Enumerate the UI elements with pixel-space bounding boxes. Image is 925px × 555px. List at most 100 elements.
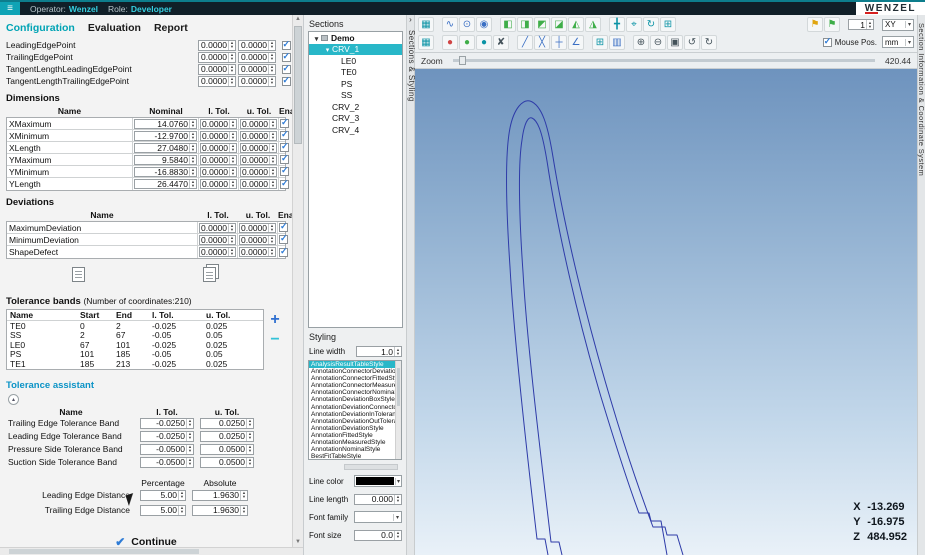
line-color-swatch[interactable]	[354, 475, 402, 487]
nominal-spinner[interactable]: 9.5840	[134, 155, 197, 165]
style-list-item[interactable]: AnnotationDeviationConnectorStyle	[309, 404, 397, 411]
section-count-spinner[interactable]: 1	[848, 19, 874, 30]
enable-checkbox[interactable]	[279, 235, 288, 244]
utol-spinner[interactable]: 0.0250	[200, 418, 254, 429]
curve-zoom-icon[interactable]: ⊙	[459, 17, 475, 32]
continue-button[interactable]: Continue	[86, 534, 206, 548]
scrollbar-thumb[interactable]	[9, 549, 199, 554]
absolute-spinner[interactable]: 1.9630	[192, 490, 248, 501]
ltol-spinner[interactable]: -0.0250	[140, 418, 194, 429]
zoom-window-icon[interactable]: ▣	[667, 35, 683, 50]
style-list-item[interactable]: AnnotationDeviationStyle	[309, 425, 397, 432]
ltol-spinner[interactable]: 0.0000	[200, 131, 237, 141]
enable-checkbox[interactable]	[280, 167, 289, 176]
angle-tool-icon[interactable]: ∠	[568, 35, 584, 50]
zoom-slider[interactable]	[453, 59, 875, 62]
enable-checkbox[interactable]	[280, 155, 289, 164]
histogram-icon[interactable]: ▥	[609, 35, 625, 50]
tree-item-crv4[interactable]: CRV_4	[309, 124, 402, 136]
enable-checkbox[interactable]	[282, 41, 291, 50]
style-list-item[interactable]: AnnotationMeasuredStyle	[309, 439, 397, 446]
tree-item-crv1[interactable]: CRV_1	[309, 44, 402, 56]
view-back-icon[interactable]: ◨	[517, 17, 533, 32]
utol-spinner[interactable]: 0.0000	[240, 167, 277, 177]
style-list-item[interactable]: AnnotationFittedStyle	[309, 432, 397, 439]
edge-point-spinner[interactable]: 0.0000	[238, 76, 276, 87]
nominal-spinner[interactable]: 27.0480	[134, 143, 197, 153]
units-select[interactable]: mm	[882, 36, 914, 48]
utol-spinner[interactable]: 0.0000	[240, 179, 277, 189]
center-view-icon[interactable]: ⌖	[626, 17, 642, 32]
style-list-item[interactable]: AnnotationDeviationInToleranceStyle	[309, 411, 397, 418]
style-list-item[interactable]: AnalysisResultTableStyle	[309, 361, 397, 368]
utol-spinner[interactable]: 0.0500	[200, 444, 254, 455]
line-width-spinner[interactable]: 1.0	[356, 346, 402, 357]
menu-icon[interactable]	[0, 2, 20, 15]
nominal-spinner[interactable]: -16.8830	[134, 167, 197, 177]
table-row[interactable]: TE1185213-0.0250.025	[7, 359, 263, 369]
style-list-item[interactable]: AnnotationDeviationBoxStyle	[309, 396, 397, 403]
rotate-view-icon[interactable]: ↻	[643, 17, 659, 32]
rotate-left-icon[interactable]: ↺	[684, 35, 700, 50]
edge-point-spinner[interactable]: 0.0000	[238, 40, 276, 51]
table-row[interactable]: PS101185-0.050.05	[7, 350, 263, 360]
section-information-tab[interactable]: Section Information & Coordinate System	[917, 23, 925, 555]
view-bottom-icon[interactable]: ◪	[551, 17, 567, 32]
point-style-teal-icon[interactable]: ●	[476, 35, 492, 50]
utol-spinner[interactable]: 0.0000	[240, 131, 277, 141]
view-left-icon[interactable]: ◭	[568, 17, 584, 32]
nominal-spinner[interactable]: -12.9700	[134, 131, 197, 141]
horizontal-scrollbar[interactable]	[0, 547, 303, 555]
table-row[interactable]: LE067101-0.0250.025	[7, 340, 263, 350]
grid-toggle-icon[interactable]: ▦	[418, 35, 434, 50]
utol-spinner[interactable]: 0.0000	[239, 223, 276, 233]
collapse-icon[interactable]	[8, 394, 19, 405]
curve-select-icon[interactable]: ◉	[476, 17, 492, 32]
copy-icon[interactable]	[203, 267, 216, 282]
ltol-spinner[interactable]: 0.0000	[200, 179, 237, 189]
ltol-spinner[interactable]: 0.0000	[200, 119, 237, 129]
edge-point-spinner[interactable]: 0.0000	[198, 40, 236, 51]
3d-canvas[interactable]: X-13.269 Y-16.975 Z484.952	[415, 69, 917, 555]
expand-panel-icon[interactable]	[407, 15, 414, 26]
ltol-spinner[interactable]: -0.0250	[140, 431, 194, 442]
ltol-spinner[interactable]: 0.0000	[200, 155, 237, 165]
tree-item-crv3[interactable]: CRV_3	[309, 113, 402, 125]
delete-point-icon[interactable]: ✘	[493, 35, 509, 50]
style-list-item[interactable]: AnnotationConnectorFittedStyle	[309, 375, 397, 382]
resize-handle[interactable]	[344, 464, 398, 470]
utol-spinner[interactable]: 0.0000	[240, 119, 277, 129]
tab-configuration[interactable]: Configuration	[6, 22, 75, 34]
style-list-item[interactable]: AnnotationConnectorDeviationStyle	[309, 368, 397, 375]
enable-checkbox[interactable]	[282, 77, 291, 86]
ltol-spinner[interactable]: 0.0000	[199, 235, 236, 245]
ltol-spinner[interactable]: 0.0000	[199, 247, 236, 257]
align-view-icon[interactable]: ⊞	[660, 17, 676, 32]
report-icon[interactable]	[72, 267, 85, 282]
vertical-scrollbar[interactable]	[292, 15, 303, 547]
zoom-in-icon[interactable]: ⊕	[633, 35, 649, 50]
tree-item-ps[interactable]: PS	[309, 78, 402, 90]
edge-point-spinner[interactable]: 0.0000	[238, 52, 276, 63]
style-list-item[interactable]: AnnotationNominalStyle	[309, 446, 397, 453]
ltol-spinner[interactable]: 0.0000	[200, 143, 237, 153]
edge-point-spinner[interactable]: 0.0000	[238, 64, 276, 75]
ltol-spinner[interactable]: -0.0500	[140, 457, 194, 468]
scrollbar-thumb[interactable]	[294, 26, 302, 144]
utol-spinner[interactable]: 0.0000	[239, 235, 276, 245]
style-list-item[interactable]: AnnotationDeviationOutToleranceStyle	[309, 418, 397, 425]
tree-item-ss[interactable]: SS	[309, 90, 402, 102]
tree-item-te0[interactable]: TE0	[309, 67, 402, 79]
tab-evaluation[interactable]: Evaluation	[88, 22, 141, 34]
enable-checkbox[interactable]	[280, 131, 289, 140]
edge-point-spinner[interactable]: 0.0000	[198, 64, 236, 75]
utol-spinner[interactable]: 0.0000	[239, 247, 276, 257]
utol-spinner[interactable]: 0.0250	[200, 431, 254, 442]
flag-green-icon[interactable]: ⚑	[824, 17, 840, 32]
rotate-right-icon[interactable]: ↻	[701, 35, 717, 50]
crosshair-icon[interactable]: ┼	[551, 35, 567, 50]
enable-checkbox[interactable]	[279, 248, 288, 257]
expander-icon[interactable]	[323, 44, 332, 54]
font-family-dropdown[interactable]	[354, 511, 402, 523]
nominal-spinner[interactable]: 14.0760	[134, 119, 197, 129]
